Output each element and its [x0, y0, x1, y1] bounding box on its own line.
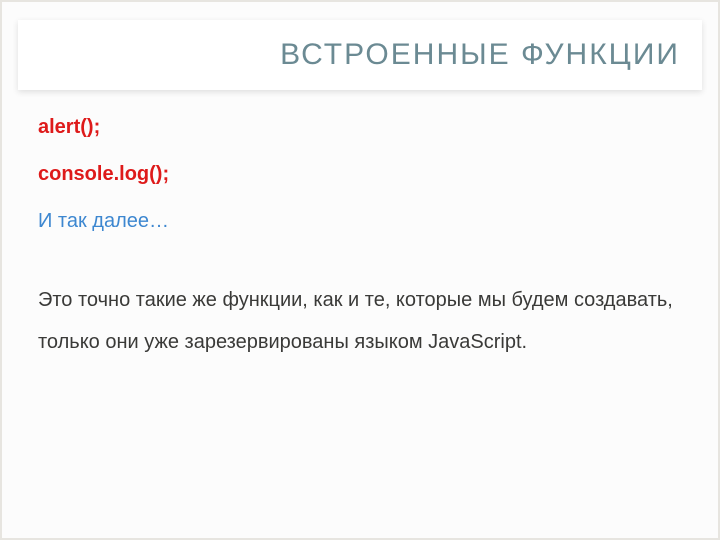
body-paragraph: Это точно такие же функции, как и те, ко… [38, 279, 682, 363]
slide-title: ВСТРОЕННЫЕ ФУНКЦИИ [40, 38, 680, 72]
function-example-2: console.log(); [38, 163, 682, 186]
slide-content: alert(); console.log(); И так далее… Это… [2, 90, 718, 363]
function-example-1: alert(); [38, 116, 682, 139]
title-bar: ВСТРОЕННЫЕ ФУНКЦИИ [18, 20, 702, 90]
and-so-on-text: И так далее… [38, 210, 682, 233]
